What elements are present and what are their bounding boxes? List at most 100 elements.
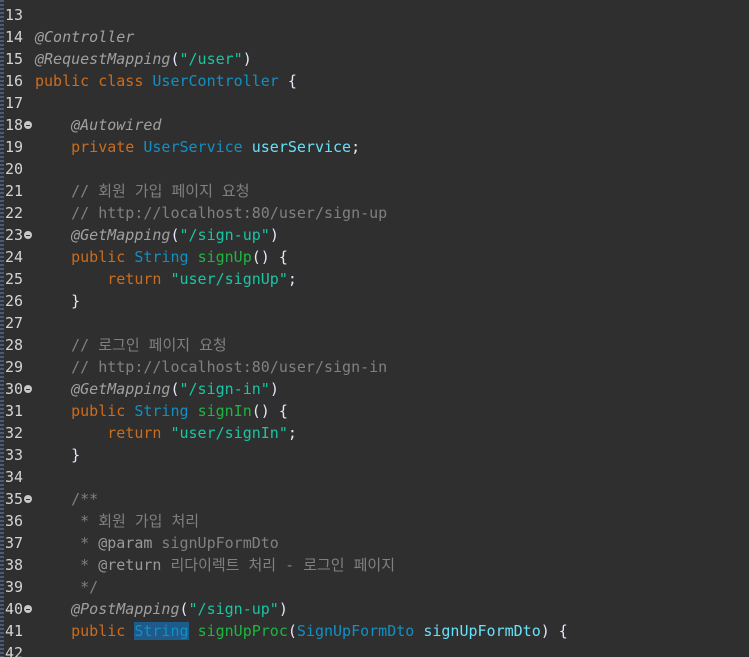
code-text: @GetMapping("/sign-up") <box>35 224 279 246</box>
code-text: @Controller <box>35 26 134 48</box>
code-token-type: String <box>134 402 189 420</box>
code-token-plain: () { <box>251 402 288 420</box>
code-token-str: "user/signUp" <box>170 270 288 288</box>
code-text: } <box>35 444 80 466</box>
line-number: 38 <box>5 556 24 574</box>
fold-collapse-icon[interactable] <box>24 495 32 503</box>
line-number: 19 <box>5 138 24 156</box>
code-token-plain: ) <box>278 600 288 618</box>
code-text: /** <box>35 488 98 510</box>
code-text: * @return 리다이렉트 처리 - 로그인 페이지 <box>35 554 395 576</box>
code-token-plain: { <box>278 72 297 90</box>
code-token-kw: public <box>35 622 135 640</box>
code-token-plain: ) <box>269 380 279 398</box>
code-text: return "user/signUp"; <box>35 268 297 290</box>
code-token-kw: public class <box>35 72 153 90</box>
code-token-kw: private <box>35 138 144 156</box>
code-text: @PostMapping("/sign-up") <box>35 598 288 620</box>
code-token-method: signIn <box>197 402 252 420</box>
code-token-comment: // http://localhost:80/user/sign-in <box>35 358 388 376</box>
fold-collapse-icon[interactable] <box>24 605 32 613</box>
line-number: 34 <box>5 468 24 486</box>
line-number: 31 <box>5 402 24 420</box>
fold-collapse-icon[interactable] <box>24 231 32 239</box>
code-token-str: "/user" <box>179 50 243 68</box>
code-token-comment: // 회원 가입 페이지 요청 <box>35 182 250 200</box>
line-number: 26 <box>5 292 24 310</box>
code-token-type: SignUpFormDto <box>296 622 415 640</box>
line-number: 25 <box>5 270 24 288</box>
code-token-comment: * 회원 가입 처리 <box>35 512 200 530</box>
line-number: 13 <box>5 6 24 24</box>
line-number: 15 <box>5 50 24 68</box>
line-number: 28 <box>5 336 24 354</box>
line-number: 21 <box>5 182 24 200</box>
code-token-str: "/sign-up" <box>179 226 270 244</box>
code-token-field: signUpFormDto <box>423 622 541 640</box>
code-token-plain: ( <box>170 50 180 68</box>
line-number: 24 <box>5 248 24 266</box>
code-token-annot: @GetMapping <box>71 226 171 244</box>
code-editor[interactable]: 13 14 @Controller 15 @RequestMapping("/user"… <box>0 0 749 657</box>
code-text: return "user/signIn"; <box>35 422 297 444</box>
line-number: 37 <box>5 534 24 552</box>
line-number: 20 <box>5 160 24 178</box>
code-token-doctag: @param <box>98 534 153 552</box>
code-text: @GetMapping("/sign-in") <box>35 378 279 400</box>
code-text: // 회원 가입 페이지 요청 <box>35 180 250 202</box>
code-token-plain: } <box>35 292 81 310</box>
line-number: 42 <box>5 644 24 657</box>
code-text: * 회원 가입 처리 <box>35 510 199 532</box>
code-text: public String signIn() { <box>35 400 288 422</box>
line-number: 16 <box>5 72 24 90</box>
code-text: public class UserController { <box>35 70 297 92</box>
line-number: 32 <box>5 424 24 442</box>
code-token-annot: @PostMapping <box>71 600 180 618</box>
code-text: // 로그인 페이지 요청 <box>35 334 227 356</box>
code-token-annot: @Autowired <box>71 116 162 134</box>
code-text: // http://localhost:80/user/sign-in <box>35 356 387 378</box>
fold-collapse-icon[interactable] <box>24 121 32 129</box>
code-token-plain: ( <box>170 380 180 398</box>
code-token-field: userService <box>251 138 352 156</box>
code-token-plain: ; <box>287 270 297 288</box>
code-token-kw: return <box>35 424 171 442</box>
code-text: * @param signUpFormDto <box>35 532 279 554</box>
fold-collapse-icon[interactable] <box>24 385 32 393</box>
code-text: */ <box>35 576 98 598</box>
code-token-comment: * <box>35 534 99 552</box>
code-token-annot: @GetMapping <box>71 380 171 398</box>
line-number: 17 <box>5 94 24 112</box>
code-token-plain: ) <box>269 226 279 244</box>
code-text: } <box>35 290 80 312</box>
code-token-str: "/sign-up" <box>188 600 279 618</box>
code-text: @RequestMapping("/user") <box>35 48 252 70</box>
code-token-method: signUpProc <box>197 622 288 640</box>
code-token-plain: ( <box>287 622 297 640</box>
line-number: 39 <box>5 578 24 596</box>
code-token-comment: */ <box>35 578 99 596</box>
code-token-str: "/sign-in" <box>179 380 270 398</box>
code-text: public String signUp() { <box>35 246 288 268</box>
line-number: 22 <box>5 204 24 222</box>
line-number: 27 <box>5 314 24 332</box>
line-number: 14 <box>5 28 24 46</box>
code-token-comment: * <box>35 556 99 574</box>
code-token-plain: ; <box>351 138 361 156</box>
code-token-comment: signUpFormDto <box>152 534 279 552</box>
code-token-annot: @Controller <box>35 28 135 46</box>
code-token-comment: // http://localhost:80/user/sign-up <box>35 204 388 222</box>
code-token-str: "user/signIn" <box>170 424 288 442</box>
code-text: @Autowired <box>35 114 161 136</box>
code-token-kw: public <box>35 248 135 266</box>
code-token-comment: /** <box>35 490 99 508</box>
code-token-plain: } <box>35 446 81 464</box>
